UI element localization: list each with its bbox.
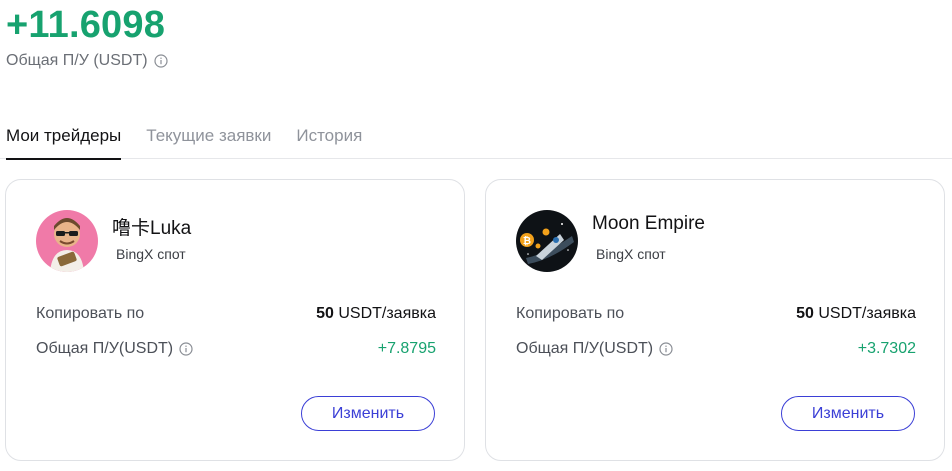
pnl-row: Общая П/У(USDT) +7.8795 xyxy=(36,340,436,358)
pnl-label-wrap: Общая П/У(USDT) xyxy=(36,340,193,358)
copy-value: 50 USDT/заявка xyxy=(316,305,436,322)
info-icon[interactable] xyxy=(659,342,673,356)
copy-amount-row: Копировать по 50 USDT/заявка xyxy=(516,305,916,323)
pnl-label-wrap: Общая П/У(USDT) xyxy=(516,340,673,358)
pnl-row: Общая П/У(USDT) +3.7302 xyxy=(516,340,916,358)
edit-button[interactable]: Изменить xyxy=(301,396,435,431)
edit-button[interactable]: Изменить xyxy=(781,396,915,431)
total-pnl-label-row: Общая П/У (USDT) xyxy=(6,52,168,70)
avatar[interactable]: ₿ xyxy=(516,210,578,272)
copy-amount-row: Копировать по 50 USDT/заявка xyxy=(36,305,436,323)
trader-type: BingX спот xyxy=(116,246,186,262)
trader-name[interactable]: 噜卡Luka xyxy=(112,213,191,240)
copy-value: 50 USDT/заявка xyxy=(796,305,916,322)
total-pnl-label: Общая П/У (USDT) xyxy=(6,52,148,69)
tab-my-traders[interactable]: Мои трейдеры xyxy=(6,112,122,160)
copy-label: Копировать по xyxy=(516,305,625,322)
info-icon[interactable] xyxy=(179,342,193,356)
tab-history[interactable]: История xyxy=(296,112,362,159)
trader-name[interactable]: Moon Empire xyxy=(592,213,705,235)
total-pnl-value: +11.6098 xyxy=(6,4,166,46)
trader-card: ₿ Moon Empire BingX спот Копировать по 5… xyxy=(485,179,945,461)
pnl-value: +3.7302 xyxy=(857,340,916,357)
pnl-label: Общая П/У(USDT) xyxy=(516,340,654,357)
svg-text:₿: ₿ xyxy=(523,235,531,247)
avatar[interactable] xyxy=(36,210,98,272)
trader-type: BingX спот xyxy=(596,246,666,262)
copy-label: Копировать по xyxy=(36,305,145,322)
pnl-label: Общая П/У(USDT) xyxy=(36,340,174,357)
tab-current-orders[interactable]: Текущие заявки xyxy=(146,112,271,159)
info-icon[interactable] xyxy=(153,54,168,68)
pnl-value: +7.8795 xyxy=(377,340,436,357)
tab-bar: Мои трейдеры Текущие заявки История xyxy=(0,112,952,160)
trader-card: 噜卡Luka BingX спот Копировать по 50 USDT/… xyxy=(5,179,465,461)
